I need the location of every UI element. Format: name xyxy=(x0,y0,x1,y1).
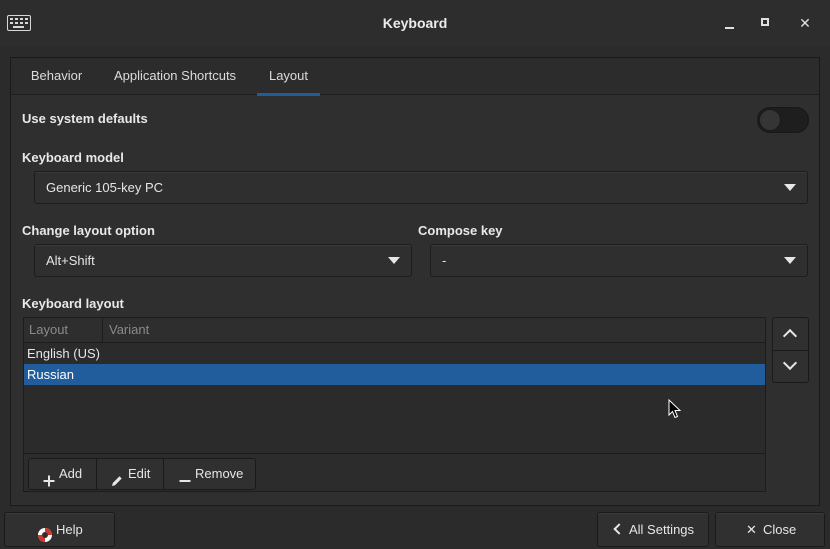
add-label: Add xyxy=(59,466,83,481)
compose-key-combo[interactable]: - xyxy=(430,244,808,277)
keyboard-model-label: Keyboard model xyxy=(22,150,124,165)
layout-cell: English (US) xyxy=(27,346,100,361)
tab-layout[interactable]: Layout xyxy=(257,58,320,96)
switch-knob xyxy=(759,109,781,131)
move-up-button[interactable] xyxy=(773,318,808,350)
close-button[interactable]: ✕ Close xyxy=(715,512,825,547)
chevron-up-icon xyxy=(782,328,798,344)
keyboard-layout-label: Keyboard layout xyxy=(22,296,124,311)
table-row[interactable]: English (US) xyxy=(24,343,765,364)
lifebuoy-icon xyxy=(37,522,53,542)
edit-label: Edit xyxy=(128,466,151,481)
dropdown-arrow-icon xyxy=(388,257,400,264)
tab-application-shortcuts[interactable]: Application Shortcuts xyxy=(104,58,246,95)
maximize-button[interactable] xyxy=(756,13,776,33)
close-label: Close xyxy=(763,522,797,537)
compose-key-label: Compose key xyxy=(418,223,503,238)
close-window-button[interactable]: ✕ xyxy=(795,13,815,33)
compose-key-value: - xyxy=(442,253,447,268)
change-layout-option-combo[interactable]: Alt+Shift xyxy=(34,244,412,277)
column-header-layout[interactable]: Layout xyxy=(29,318,68,342)
all-settings-button[interactable]: All Settings xyxy=(597,512,709,547)
change-layout-option-label: Change layout option xyxy=(22,223,155,238)
remove-layout-button[interactable]: Remove xyxy=(163,459,255,489)
title-bar[interactable]: Keyboard ✕ xyxy=(0,0,830,46)
minus-icon xyxy=(179,468,191,482)
keyboard-model-value: Generic 105-key PC xyxy=(46,180,164,195)
window-title: Keyboard xyxy=(382,15,448,31)
all-settings-label: All Settings xyxy=(629,522,695,537)
layout-list-toolbar: Add Edit Remove xyxy=(24,453,765,491)
table-row[interactable]: Russian xyxy=(24,364,765,385)
layout-cell: Russian xyxy=(27,367,74,382)
dropdown-arrow-icon xyxy=(784,257,796,264)
keyboard-model-combo[interactable]: Generic 105-key PC xyxy=(34,171,808,204)
minimize-button[interactable] xyxy=(721,13,741,33)
tab-behavior[interactable]: Behavior xyxy=(19,58,94,95)
column-divider xyxy=(102,318,103,342)
close-icon: ✕ xyxy=(799,15,811,31)
use-system-defaults-label: Use system defaults xyxy=(22,111,148,126)
tab-bar: Behavior Application Shortcuts Layout xyxy=(11,58,819,96)
add-layout-button[interactable]: Add xyxy=(29,459,96,489)
layout-button-group: Add Edit Remove xyxy=(28,458,256,490)
chevron-left-icon xyxy=(613,523,625,535)
move-down-button[interactable] xyxy=(773,350,808,382)
move-buttons xyxy=(772,317,809,383)
column-header-variant[interactable]: Variant xyxy=(109,318,149,342)
plus-icon xyxy=(43,468,55,487)
edit-layout-button[interactable]: Edit xyxy=(96,459,163,489)
list-header: Layout Variant xyxy=(24,318,765,343)
change-layout-option-value: Alt+Shift xyxy=(46,253,95,268)
remove-label: Remove xyxy=(195,466,244,481)
use-system-defaults-switch[interactable] xyxy=(757,107,809,133)
help-label: Help xyxy=(56,522,83,537)
chevron-down-icon xyxy=(782,355,798,371)
pencil-icon xyxy=(111,468,123,486)
keyboard-layout-list[interactable]: Layout Variant English (US) Russian Add … xyxy=(23,317,766,492)
help-button[interactable]: Help xyxy=(4,512,115,547)
close-icon: ✕ xyxy=(746,522,757,537)
dropdown-arrow-icon xyxy=(784,184,796,191)
